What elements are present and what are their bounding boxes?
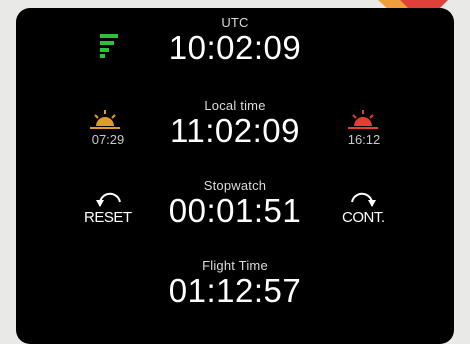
flight-time: 01:12:57 — [168, 272, 302, 309]
stopwatch-label: Stopwatch — [203, 178, 267, 193]
stopwatch-section: Stopwatch 00:01:51 — [0, 178, 470, 230]
continue-label: CONT. — [342, 209, 385, 226]
utc-time: 10:02:09 — [168, 29, 302, 66]
utc-label: UTC — [221, 15, 249, 30]
sunset-time: 16:12 — [347, 132, 381, 147]
sunset-icon — [348, 110, 378, 129]
flight-time-section: Flight Time 01:12:57 — [0, 258, 470, 310]
flight-time-label: Flight Time — [202, 258, 268, 273]
continue-button[interactable]: CONT. — [340, 190, 390, 234]
local-time-section: Local time 11:02:09 — [0, 98, 470, 150]
stopwatch-time: 00:01:51 — [168, 192, 302, 229]
utc-section: UTC 10:02:09 — [0, 15, 470, 67]
continue-arrow-icon — [351, 192, 376, 207]
local-time: 11:02:09 — [169, 112, 300, 149]
local-time-label: Local time — [204, 98, 266, 113]
